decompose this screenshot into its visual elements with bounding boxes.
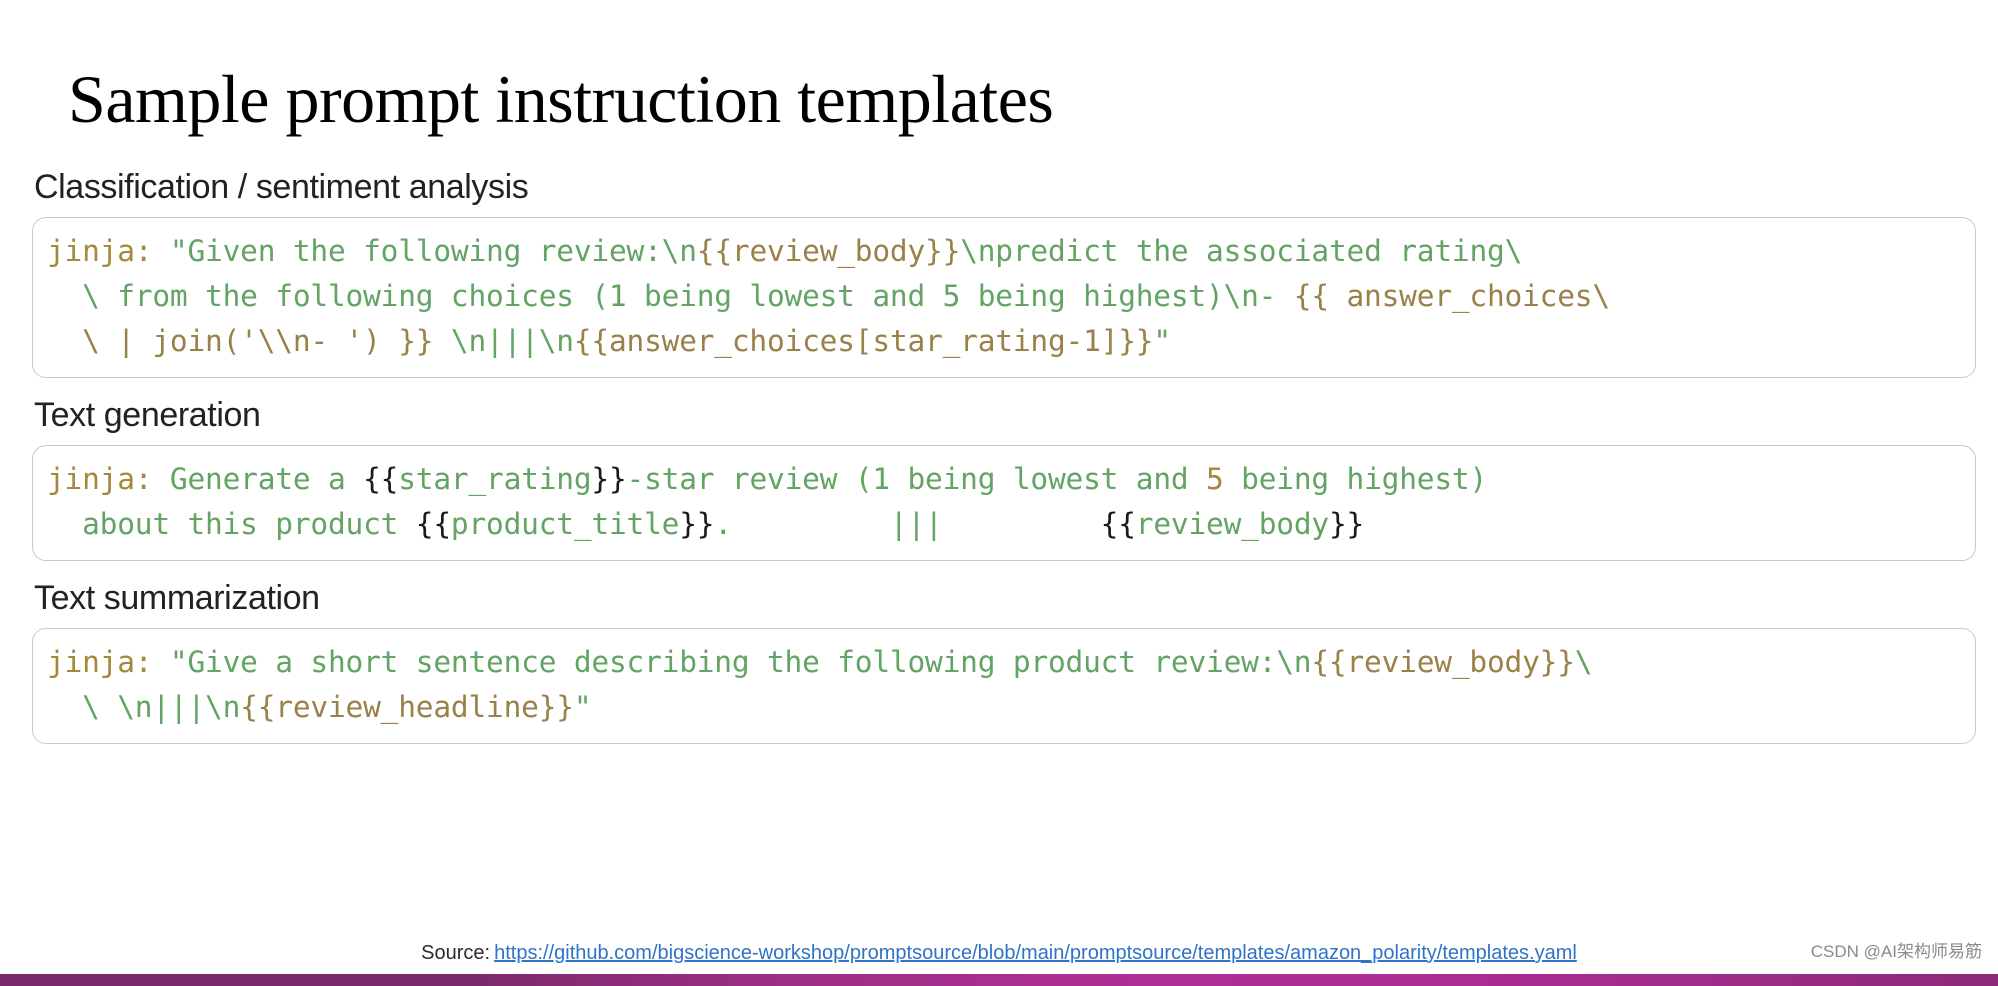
code-token-str: Generate a — [152, 462, 364, 496]
source-footer: Source: https://github.com/bigscience-wor… — [0, 942, 1998, 972]
code-line: jinja: "Give a short sentence describing… — [47, 640, 1961, 685]
code-token-brace: }} — [679, 507, 715, 541]
code-line: jinja: Generate a {{star_rating}}-star r… — [47, 457, 1961, 502]
code-token-num: 5 — [1206, 462, 1224, 496]
template-section: Text summarization jinja: "Give a short s… — [32, 579, 1976, 744]
code-token-brace: }} — [591, 462, 627, 496]
code-token-var: {{review_body}} — [1311, 645, 1575, 679]
code-card: jinja: "Give a short sentence describing… — [32, 628, 1976, 744]
code-token-key: jinja: — [47, 462, 153, 496]
template-section: Text generation jinja: Generate a {{star_… — [32, 396, 1976, 561]
section-heading: Text summarization — [34, 579, 320, 617]
source-link[interactable]: https://github.com/bigscience-workshop/p… — [494, 942, 1577, 964]
code-line: jinja: "Given the following review:\n{{r… — [47, 229, 1961, 274]
page-title: Sample prompt instruction templates — [68, 60, 1054, 137]
code-token-str: "Given the following review:\n — [152, 234, 697, 268]
code-token-var: {{ answer_choices\ — [1293, 279, 1610, 313]
code-token-str: " — [573, 690, 592, 724]
code-line: \ | join('\\n- ') }} \n|||\n{{answer_cho… — [47, 319, 1961, 364]
code-token-str: "Give a short sentence describing the fo… — [152, 645, 1312, 679]
code-token-str: . ||| — [714, 507, 1101, 541]
code-token-str: being highest) — [1223, 462, 1488, 496]
code-token-str: \ from the following choices (1 being lo… — [47, 279, 1294, 313]
code-card: jinja: "Given the following review:\n{{r… — [32, 217, 1976, 378]
code-token-str: product_title — [450, 507, 680, 541]
code-token-key: jinja: — [47, 645, 153, 679]
sections-container: Classification / sentiment analysis jinja… — [32, 168, 1976, 762]
code-token-str: \ — [47, 690, 118, 724]
code-token-brace: {{ — [363, 462, 399, 496]
code-token-brace: {{ — [1100, 507, 1136, 541]
code-token-var: {{review_headline}} — [240, 690, 574, 724]
code-token-str: \n|||\n — [117, 690, 241, 724]
section-heading: Text generation — [34, 396, 261, 434]
code-token-str: review_body — [1135, 507, 1329, 541]
template-section: Classification / sentiment analysis jinja… — [32, 168, 1976, 378]
code-card: jinja: Generate a {{star_rating}}-star r… — [32, 445, 1976, 561]
code-token-var: {{answer_choices[star_rating-1]}} — [573, 324, 1154, 358]
code-token-brace: }} — [1328, 507, 1365, 541]
code-token-str: \n|||\n — [433, 324, 574, 358]
code-token-str: about this product — [47, 507, 416, 541]
code-line: about this product {{product_title}}. ||… — [47, 502, 1961, 547]
slide-canvas: Sample prompt instruction templates Clas… — [0, 0, 1998, 986]
section-heading: Classification / sentiment analysis — [34, 168, 529, 206]
bottom-color-strip — [0, 974, 1998, 986]
code-token-str: \ — [1574, 645, 1593, 679]
code-token-var: {{review_body}} — [696, 234, 961, 268]
code-token-str: \npredict the associated rating\ — [960, 234, 1523, 268]
code-token-brace: {{ — [415, 507, 451, 541]
code-token-key: jinja: — [47, 234, 153, 268]
watermark: CSDN @AI架构师易筋 — [1810, 942, 1982, 961]
code-token-str: -star review (1 being lowest and — [626, 462, 1207, 496]
code-line: \ from the following choices (1 being lo… — [47, 274, 1961, 319]
code-token-str: " — [1153, 324, 1171, 358]
code-token-str: star_rating — [398, 462, 592, 496]
source-label: Source: — [421, 942, 491, 964]
code-token-var: \ | join('\\n- ') }} — [47, 324, 434, 358]
code-line: \ \n|||\n{{review_headline}}" — [47, 685, 1961, 730]
